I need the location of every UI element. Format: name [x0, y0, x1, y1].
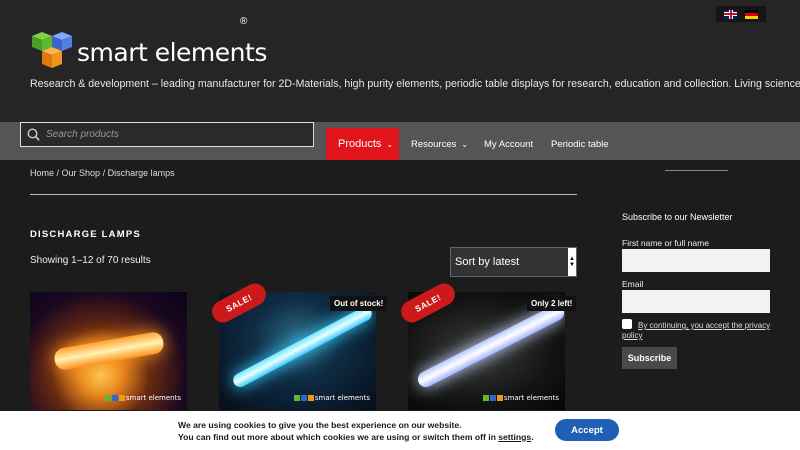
- email-field-label: Email: [622, 279, 644, 289]
- sidebar-divider: [665, 170, 728, 171]
- nav-label: Resources: [411, 138, 457, 150]
- main-navbar: Products ⌄ Resources ⌄ My Account Period…: [0, 122, 800, 160]
- cookie-message: We are using cookies to give you the bes…: [178, 420, 534, 443]
- select-arrow-icon: ▲ ▼: [568, 248, 576, 276]
- watermark-text: smart elements: [314, 394, 370, 402]
- cookie-line-2: You can find out more about which cookie…: [178, 431, 499, 442]
- discharge-lamp-image: [230, 304, 375, 390]
- sort-selected-value: Sort by latest: [455, 256, 520, 268]
- watermark: smart elements: [293, 394, 370, 402]
- name-field-label: First name or full name: [622, 238, 709, 248]
- result-count: Showing 1–12 of 70 results: [30, 255, 151, 266]
- watermark: smart elements: [482, 394, 559, 402]
- newsletter-title: Subscribe to our Newsletter: [622, 212, 733, 222]
- nav-item-my-account[interactable]: My Account: [484, 128, 533, 160]
- nav-item-periodic-table[interactable]: Periodic table: [551, 128, 609, 160]
- chevron-down-icon: ⌄: [461, 139, 469, 149]
- breadcrumb-current: Discharge lamps: [107, 168, 175, 178]
- nav-label: Products: [338, 138, 382, 150]
- content-divider: [30, 194, 577, 195]
- registered-mark: ®: [240, 16, 248, 27]
- site-header: smart elements ® Research & development …: [0, 0, 800, 122]
- language-switcher: [716, 6, 766, 22]
- breadcrumb-separator: /: [100, 168, 108, 178]
- nav-item-resources[interactable]: Resources ⌄: [411, 128, 468, 160]
- accept-cookies-button[interactable]: Accept: [555, 419, 619, 441]
- page-title: DISCHARGE LAMPS: [30, 229, 141, 240]
- site-tagline: Research & development – leading manufac…: [30, 78, 800, 90]
- nav-label: My Account: [484, 138, 534, 150]
- chevron-down-icon: ⌄: [386, 139, 394, 149]
- consent-checkbox[interactable]: [622, 319, 632, 329]
- watermark-text: smart elements: [125, 394, 181, 402]
- product-search: [20, 122, 314, 147]
- stock-badge: Only 2 left!: [527, 296, 577, 311]
- discharge-lamp-image: [415, 302, 565, 390]
- subscribe-button[interactable]: Subscribe: [622, 347, 677, 369]
- uk-flag-icon[interactable]: [724, 9, 737, 19]
- site-logo[interactable]: smart elements: [30, 30, 267, 72]
- watermark: smart elements: [104, 394, 181, 402]
- watermark-text: smart elements: [503, 394, 559, 402]
- stock-badge: Out of stock!: [330, 296, 388, 311]
- cubes-logo-icon: [32, 32, 72, 68]
- nav-label: Periodic table: [551, 138, 609, 150]
- search-icon: [27, 128, 40, 141]
- privacy-consent-link[interactable]: By continuing, you accept the privacy po…: [622, 321, 772, 341]
- cookie-line-2-end: .: [531, 431, 534, 442]
- cookie-line-1: We are using cookies to give you the bes…: [178, 420, 462, 430]
- cookie-banner: We are using cookies to give you the bes…: [0, 411, 800, 450]
- discharge-lamp-image: [52, 330, 166, 372]
- name-field[interactable]: [622, 249, 770, 272]
- search-input[interactable]: [46, 129, 296, 140]
- breadcrumb-separator: /: [54, 168, 62, 178]
- cookie-settings-link[interactable]: settings: [498, 432, 531, 442]
- email-field[interactable]: [622, 290, 770, 313]
- german-flag-icon[interactable]: [745, 9, 758, 19]
- breadcrumb: Home / Our Shop / Discharge lamps: [30, 168, 175, 178]
- logo-text: smart elements: [77, 38, 267, 67]
- breadcrumb-home[interactable]: Home: [30, 168, 54, 178]
- sort-select[interactable]: Sort by latest ▲ ▼: [450, 247, 577, 277]
- breadcrumb-shop[interactable]: Our Shop: [62, 168, 101, 178]
- nav-item-products[interactable]: Products ⌄: [326, 128, 399, 160]
- product-card-image[interactable]: smart elements: [30, 292, 187, 410]
